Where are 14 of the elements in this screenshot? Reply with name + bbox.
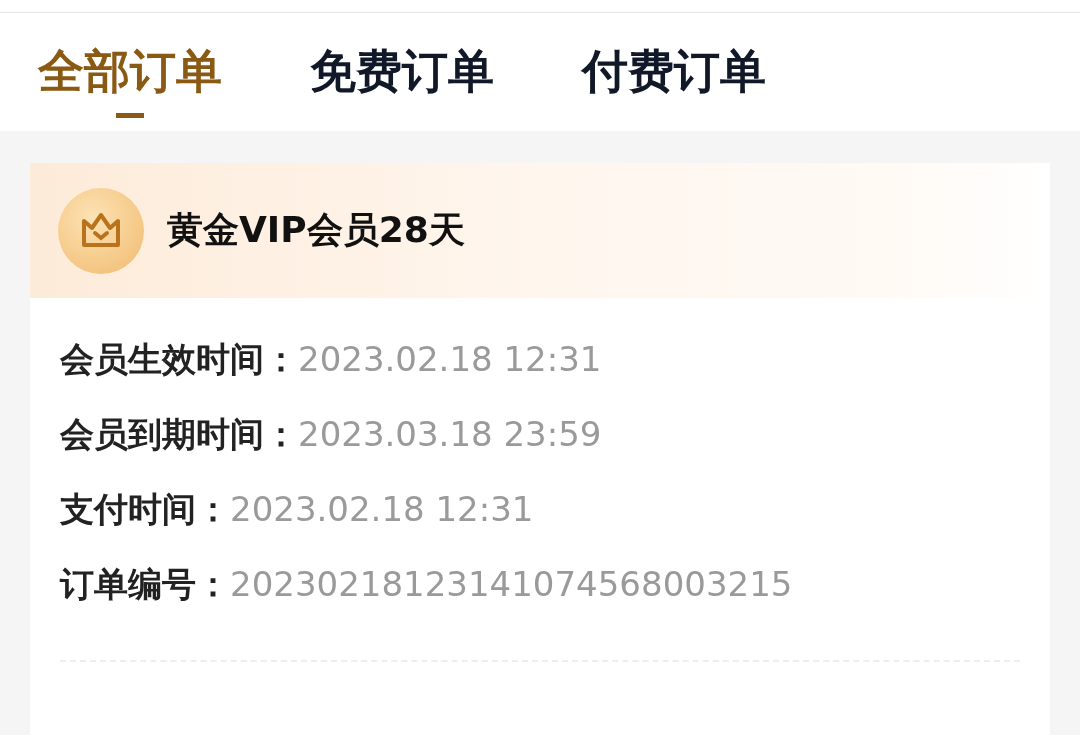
order-tab[interactable]: 付费订单 — [582, 13, 766, 111]
order-tab[interactable]: 全部订单 — [38, 13, 222, 111]
tab-indicator — [116, 113, 144, 118]
field-value: 2023.02.18 12:31 — [298, 338, 602, 380]
field-label: 订单编号： — [60, 563, 230, 605]
field-value: 20230218123141074568003215 — [230, 563, 793, 605]
order-tab[interactable]: 免费订单 — [310, 13, 494, 111]
field-label: 会员生效时间： — [60, 338, 298, 380]
field-value: 2023.02.18 12:31 — [230, 488, 534, 530]
order-title: 黄金VIP会员28天 — [167, 208, 465, 252]
field-value: 2023.03.18 23:59 — [298, 413, 602, 455]
field-label: 会员到期时间： — [60, 413, 298, 455]
field-label: 支付时间： — [60, 488, 230, 530]
crown-icon — [57, 186, 145, 275]
